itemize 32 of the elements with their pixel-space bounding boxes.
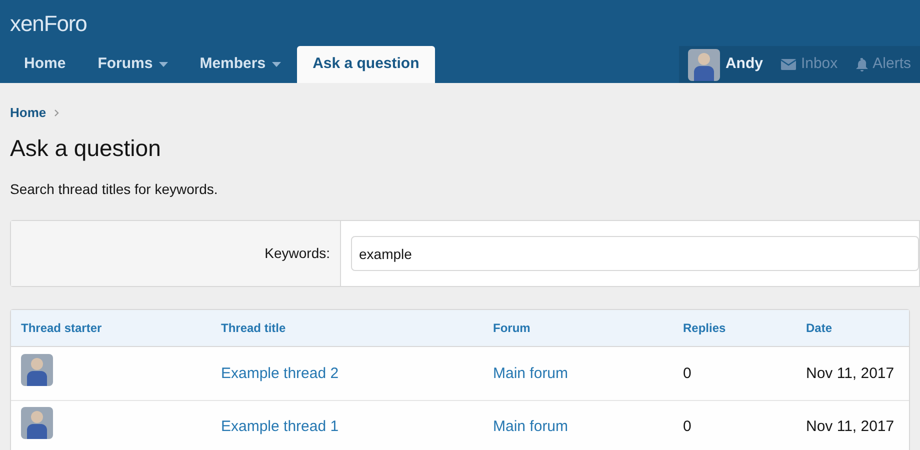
replies-count: 0	[683, 364, 692, 382]
thread-date: Nov 11, 2017	[806, 418, 894, 435]
user-avatar	[688, 48, 720, 80]
nav-tab[interactable]: Ask a question	[296, 46, 436, 83]
nav-tab[interactable]: Forums	[82, 46, 184, 83]
column-header[interactable]: Forum	[493, 321, 530, 335]
nav-tab[interactable]: Home	[8, 46, 82, 83]
keywords-input[interactable]: example	[351, 236, 919, 271]
column-header[interactable]: Date	[806, 321, 832, 335]
thread-link[interactable]: Example thread 1	[221, 418, 339, 435]
envelope-icon	[780, 59, 796, 70]
keywords-label: Keywords:	[264, 244, 330, 263]
site-logo[interactable]: xenForo	[10, 6, 87, 40]
chevron-icon	[54, 108, 60, 117]
user-nav-link[interactable]: Inbox	[772, 46, 847, 83]
column-header[interactable]: Thread title	[221, 321, 286, 335]
column-header[interactable]: Thread starter	[21, 321, 102, 335]
forum-link[interactable]: Main forum	[493, 418, 568, 435]
thread-link[interactable]: Example thread 2	[221, 364, 339, 382]
column-header[interactable]: Replies	[683, 321, 726, 335]
breadcrumb-link[interactable]: Home	[10, 103, 46, 122]
nav-tab[interactable]: Members	[184, 46, 297, 83]
user-nav-link[interactable]: Alerts	[846, 46, 920, 83]
starter-avatar	[21, 407, 53, 439]
page-description: Search thread titles for keywords.	[10, 180, 219, 199]
starter-avatar	[21, 354, 53, 386]
bell-icon	[856, 58, 868, 72]
forum-link[interactable]: Main forum	[493, 364, 568, 382]
replies-count: 0	[683, 418, 692, 435]
thread-date: Nov 11, 2017	[806, 364, 894, 382]
page-title: Ask a question	[10, 134, 162, 163]
user-nav-link[interactable]: Andy	[679, 46, 772, 83]
